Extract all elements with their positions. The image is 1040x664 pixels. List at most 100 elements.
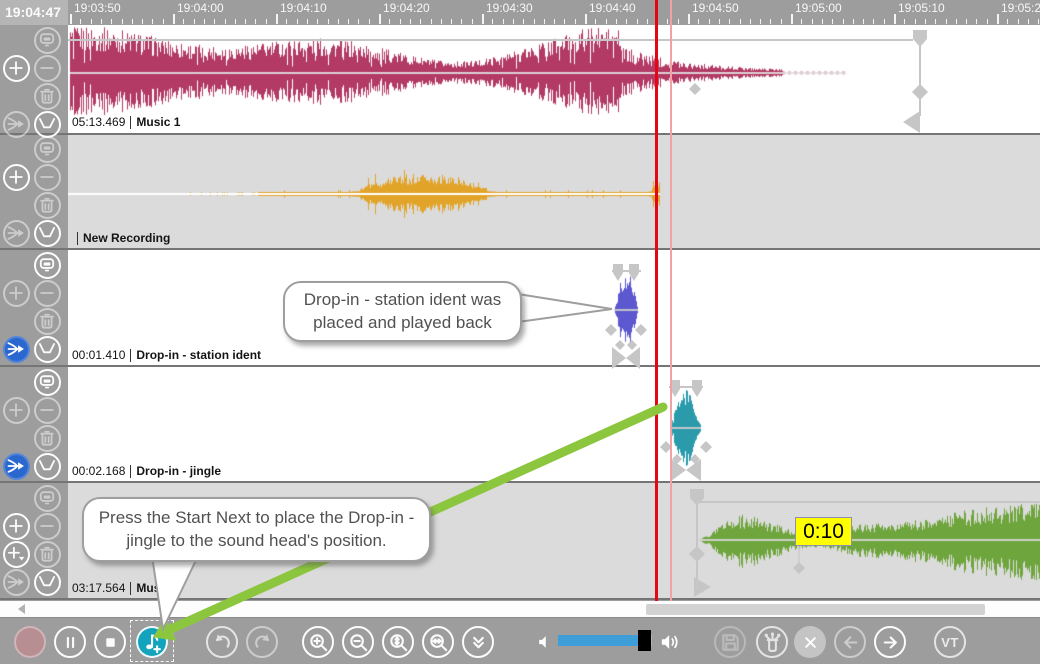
playhead-cursor[interactable]: [655, 0, 658, 601]
speaker-low-icon[interactable]: [537, 633, 553, 651]
track-duration: 05:13.469: [72, 115, 125, 129]
minus-button[interactable]: [34, 280, 61, 307]
ruler-tick: [183, 19, 184, 24]
trash-icon: [37, 311, 57, 331]
zoom-vertical-button[interactable]: [382, 626, 414, 658]
ruler-tick: [204, 19, 205, 24]
trash-button[interactable]: [34, 425, 61, 452]
discard-recording-button[interactable]: [756, 626, 788, 658]
horizontal-scrollbar[interactable]: [0, 601, 1040, 617]
monitor-button[interactable]: [34, 27, 61, 54]
ruler-tick: [255, 19, 256, 24]
ruler-tick: [801, 19, 802, 24]
envelope-button[interactable]: [34, 111, 61, 138]
plus-icon: [6, 516, 26, 536]
minus-button[interactable]: [34, 513, 61, 540]
envelope-icon: [37, 572, 57, 592]
minus-button[interactable]: [34, 164, 61, 191]
callout-station-ident-text: Drop-in - station ident was placed and p…: [299, 289, 506, 334]
plus-button[interactable]: [3, 55, 30, 82]
collapse-tracks-button[interactable]: [462, 626, 494, 658]
trash-button[interactable]: [34, 192, 61, 219]
ruler-tick: [348, 19, 349, 24]
ruler-tick: [225, 19, 226, 24]
ruler-tick: [544, 19, 545, 24]
track-duration: 03:17.564: [72, 581, 125, 595]
plus-button[interactable]: [3, 513, 30, 540]
plus-button[interactable]: [3, 164, 30, 191]
ruler-tick: [719, 19, 720, 24]
next-button[interactable]: [874, 626, 906, 658]
timeline-ruler[interactable]: 19:03:5019:04:0019:04:1019:04:2019:04:30…: [0, 0, 1040, 25]
track-separator: [0, 248, 1040, 250]
plus-menu-button[interactable]: [3, 541, 30, 568]
undo-button[interactable]: [206, 626, 238, 658]
volume-thumb[interactable]: [638, 630, 651, 651]
ruler-tick: [760, 19, 761, 24]
close-button[interactable]: [794, 626, 826, 658]
monitor-button[interactable]: [34, 485, 61, 512]
ruler-tick: [369, 19, 370, 24]
minus-icon: [37, 283, 57, 303]
envelope-button[interactable]: [34, 336, 61, 363]
ruler-tick: [894, 14, 896, 24]
envelope-button[interactable]: [34, 220, 61, 247]
ruler-tick: [925, 19, 926, 24]
playhead-ghost: [670, 0, 672, 601]
ruler-tick: [420, 19, 421, 24]
label-divider: [130, 349, 131, 362]
track-name: Drop-in - station ident: [136, 348, 261, 362]
record-button[interactable]: [14, 626, 46, 658]
trash-button[interactable]: [34, 308, 61, 335]
minus-button[interactable]: [34, 55, 61, 82]
ruler-tick: [976, 19, 977, 24]
trash-button[interactable]: [34, 83, 61, 110]
ruler-tick: [451, 19, 452, 24]
ruler-tick-label: 19:04:30: [486, 1, 533, 15]
ruler-tick: [266, 19, 267, 24]
monitor-button[interactable]: [34, 252, 61, 279]
monitor-button[interactable]: [34, 369, 61, 396]
overlap-duration-badge: 0:10: [795, 517, 852, 546]
voice-track-button-button[interactable]: VT: [934, 626, 966, 658]
trash-icon: [37, 86, 57, 106]
ruler-tick: [966, 19, 967, 24]
merge-button[interactable]: [3, 453, 30, 480]
envelope-button[interactable]: [34, 453, 61, 480]
zoom-range-button[interactable]: [422, 626, 454, 658]
previous-button[interactable]: [834, 626, 866, 658]
ruler-tick: [729, 19, 730, 24]
ruler-tick: [379, 14, 381, 24]
zoom-in-button[interactable]: [302, 626, 334, 658]
ruler-tick: [812, 19, 813, 24]
zoom-vertical-icon: [387, 631, 410, 654]
merge-button[interactable]: [3, 569, 30, 596]
plus-button[interactable]: [3, 280, 30, 307]
ruler-tick-label: 19:04:50: [692, 1, 739, 15]
redo-button[interactable]: [246, 626, 278, 658]
scroll-left-icon[interactable]: [14, 601, 28, 617]
pause-button[interactable]: [54, 626, 86, 658]
trash-icon: [37, 195, 57, 215]
plus-icon: [6, 400, 26, 420]
merge-button[interactable]: [3, 336, 30, 363]
zoom-out-button[interactable]: [342, 626, 374, 658]
monitor-button[interactable]: [34, 136, 61, 163]
callout-start-next-text: Press the Start Next to place the Drop-i…: [98, 507, 415, 552]
envelope-button[interactable]: [34, 569, 61, 596]
plus-button[interactable]: [3, 397, 30, 424]
ruler-tick: [781, 19, 782, 24]
stop-button[interactable]: [94, 626, 126, 658]
vt-button-label: VT: [941, 635, 959, 650]
ruler-tick: [616, 19, 617, 24]
speaker-loud-icon[interactable]: [660, 631, 682, 653]
trash-button[interactable]: [34, 541, 61, 568]
ruler-tick: [843, 19, 844, 24]
scrollbar-thumb[interactable]: [646, 604, 985, 615]
save-button[interactable]: [714, 626, 746, 658]
merge-button[interactable]: [3, 111, 30, 138]
waveform-new-recording: [68, 134, 1040, 250]
minus-button[interactable]: [34, 397, 61, 424]
ruler-tick: [472, 19, 473, 24]
merge-button[interactable]: [3, 220, 30, 247]
